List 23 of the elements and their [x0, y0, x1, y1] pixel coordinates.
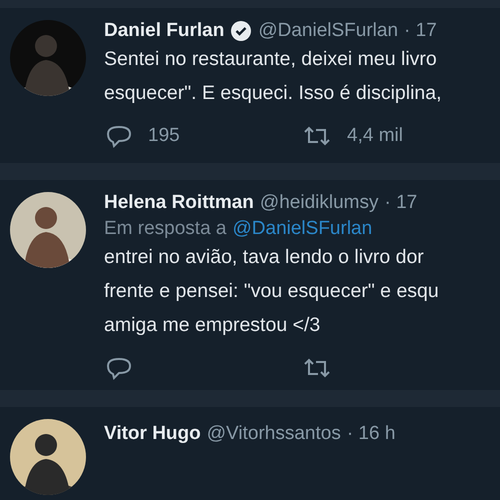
author-handle: @DanielSFurlan [258, 20, 398, 42]
reply-count: 195 [148, 125, 180, 147]
tweet-time: · 16 h [346, 423, 396, 446]
tweet-time: · 17 [384, 192, 418, 214]
mention-link[interactable]: @DanielSFurlan [232, 218, 372, 240]
verified-badge-icon [230, 20, 252, 42]
tweet-text: Sentei no restaurante, deixei meu livro [104, 47, 438, 72]
retweet-icon[interactable] [303, 125, 331, 147]
tweet-time: · 17 [404, 20, 437, 42]
tweet-text: amiga me emprestou </3 [104, 313, 322, 338]
author-name[interactable]: Daniel Furlan [104, 20, 224, 42]
reply-icon[interactable] [106, 356, 132, 380]
tweet-text: entrei no avião, tava lendo o livro dor [104, 245, 425, 270]
tweet-text: esquecer". E esqueci. Isso é disciplina, [104, 81, 443, 106]
author-handle: @heidiklumsy [260, 192, 378, 214]
author-handle: @Vitorhssantos [206, 423, 341, 446]
author-name[interactable]: Vitor Hugo [104, 423, 201, 446]
tweet-text: frente e pensei: "vou esquecer" e esqu [104, 279, 440, 304]
reply-icon[interactable] [106, 124, 132, 148]
retweet-count: 4,4 mil [347, 125, 403, 147]
author-name[interactable]: Helena Roittman [104, 192, 254, 214]
retweet-icon[interactable] [303, 357, 331, 380]
reply-context-label: Em resposta a [104, 218, 226, 240]
